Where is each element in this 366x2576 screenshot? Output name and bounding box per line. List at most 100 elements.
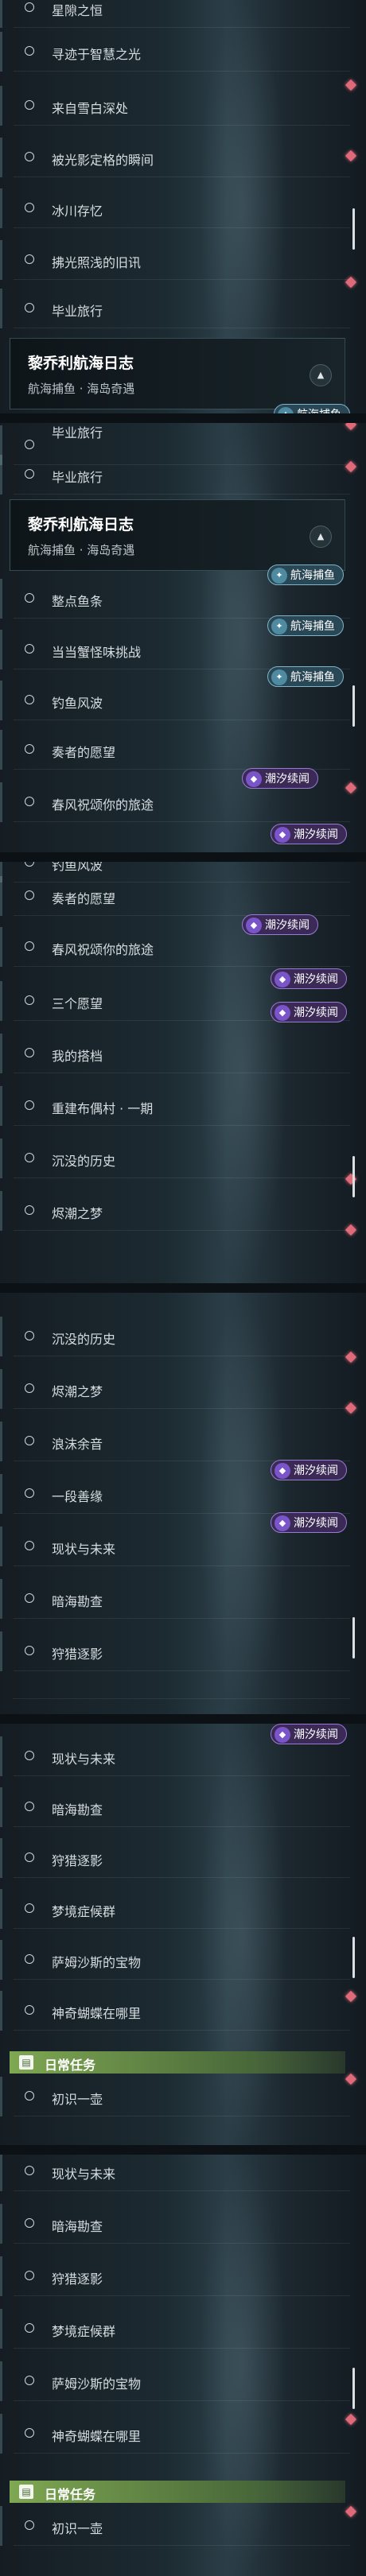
screenshot-gap [0, 852, 366, 862]
quest-status-icon [25, 1802, 34, 1811]
quest-status-icon [25, 1751, 34, 1760]
quest-label: 星隙之恒 [52, 3, 103, 18]
quest-status-icon [25, 2271, 34, 2280]
scrollbar[interactable] [352, 1156, 355, 1197]
quest-label: 被光影定格的瞬间 [52, 153, 154, 168]
screenshot-gap [0, 1714, 366, 1724]
scrollbar[interactable] [352, 1937, 355, 1978]
book-icon: ▤ [19, 2485, 33, 2499]
quest-item[interactable]: 狩猎逐影 [0, 1631, 350, 1671]
quest-item[interactable]: 烬潮之梦 [0, 1369, 357, 1414]
collapse-button[interactable]: ▲ [310, 526, 332, 548]
quest-item[interactable]: 暗海勘查 [0, 1787, 350, 1827]
quest-item[interactable]: 钓鱼风波 [0, 681, 350, 720]
quest-item[interactable]: 春风祝颂你的旅途 [0, 782, 357, 822]
quest-item[interactable]: 拂光照浅的旧讯 [0, 240, 357, 289]
quest-item[interactable]: 当当蟹怪味挑战 [0, 630, 350, 669]
quest-status-icon [25, 593, 34, 603]
chapter-header[interactable]: 黎乔利航海日志 航海捕鱼 · 海岛奇遇 ▲ [10, 338, 345, 409]
quest-item[interactable]: 浪沫余音 [0, 1422, 350, 1461]
quest-item[interactable]: 神奇蝴蝶在哪里 [0, 1990, 357, 2031]
quest-item[interactable]: 冰川存忆 [0, 188, 350, 228]
quest-item[interactable]: 春风祝颂你的旅途 [0, 927, 350, 967]
quest-item[interactable]: 暗海勘查 [0, 1579, 350, 1619]
new-marker-icon [345, 276, 357, 289]
quest-item[interactable]: 一段善缘 [0, 1474, 350, 1514]
collapse-button[interactable]: ▲ [310, 364, 332, 386]
quest-label: 整点鱼条 [52, 594, 103, 609]
new-marker-icon [345, 2413, 357, 2426]
quest-status-icon [25, 2166, 34, 2175]
daily-tasks-header[interactable]: ▤ 日常任务 [10, 2051, 345, 2074]
quest-status-icon [25, 46, 34, 56]
new-marker-icon [345, 2505, 357, 2518]
quest-item[interactable]: 萨姆沙斯的宝物 [0, 2361, 350, 2401]
quest-label: 毕业旅行 [52, 425, 103, 440]
fish-icon: ✦ [278, 407, 294, 413]
quest-item[interactable]: 狩猎逐影 [0, 2256, 350, 2296]
quest-label: 烬潮之梦 [52, 1206, 103, 1221]
quest-item[interactable]: 重建布偶村 · 一期 [0, 1086, 350, 1126]
new-marker-icon [345, 423, 357, 431]
quest-panel-4: 沉没的历史 烬潮之梦 浪沫余音 ◆ 潮汐续闻 一段善缘 ◆ 潮汐续闻 现状与未来 暗… [0, 1293, 366, 1714]
quest-item[interactable]: 星隙之恒 [0, 0, 350, 28]
quest-status-icon [25, 890, 34, 900]
quest-item[interactable]: 寻迹于智慧之光 [0, 32, 357, 91]
quest-label: 神奇蝴蝶在哪里 [52, 2429, 142, 2444]
quest-status-icon [25, 1205, 34, 1215]
quest-label: 现状与未来 [52, 1542, 116, 1557]
quest-item[interactable]: 毕业旅行 [0, 289, 350, 328]
quest-item[interactable]: 毕业旅行 [0, 455, 357, 495]
tide-icon: ◆ [274, 827, 290, 843]
quest-item[interactable]: 神奇蝴蝶在哪里 [0, 2413, 357, 2454]
quest-item[interactable]: 初识一壶 [0, 2073, 357, 2116]
quest-item[interactable]: 暗海勘查 [0, 2204, 350, 2244]
screenshot-gap [0, 413, 366, 423]
quest-label: 暗海勘查 [52, 2219, 103, 2234]
quest-item[interactable]: 现状与未来 [0, 1736, 350, 1776]
new-marker-icon [345, 1402, 357, 1414]
quest-item[interactable]: 奏者的愿望 [0, 730, 350, 770]
quest-item[interactable]: 来自雪白深处 [0, 86, 350, 126]
quest-label: 梦境症候群 [52, 2324, 116, 2339]
tag-label: 潮汐续闻 [294, 828, 338, 841]
quest-label: 来自雪白深处 [52, 101, 129, 116]
quest-item[interactable]: 梦境症候群 [0, 2309, 350, 2349]
chapter-title: 黎乔利航海日志 [28, 516, 134, 533]
quest-item[interactable]: 烬潮之梦 [0, 1191, 357, 1236]
tag-label: 潮汐续闻 [294, 1007, 338, 1019]
quest-label: 奏者的愿望 [52, 745, 116, 760]
quest-label: 毕业旅行 [52, 304, 103, 319]
quest-status-icon [25, 2376, 34, 2385]
quest-label: 我的搭档 [52, 1049, 103, 1064]
quest-panel-6: 现状与未来 暗海勘查 狩猎逐影 梦境症候群 萨姆沙斯的宝物 神奇蝴蝶在哪里 ▤ … [0, 2155, 366, 2576]
chapter-header[interactable]: 黎乔利航海日志 航海捕鱼 · 海岛奇遇 ▲ [10, 499, 345, 571]
scrollbar[interactable] [352, 208, 355, 250]
quest-item[interactable]: 沉没的历史 [0, 1139, 357, 1185]
quest-item[interactable]: 现状与未来 [0, 1527, 350, 1566]
quest-item[interactable]: 整点鱼条 [0, 579, 350, 619]
quest-status-icon [25, 2, 34, 12]
quest-item[interactable]: 梦境症候群 [0, 1889, 350, 1929]
scrollbar[interactable] [352, 1617, 355, 1658]
quest-item[interactable]: 被光影定格的瞬间 [0, 138, 357, 177]
quest-status-icon [25, 152, 34, 161]
quest-item[interactable]: 我的搭档 [0, 1034, 350, 1073]
quest-item[interactable]: 狩猎逐影 [0, 1838, 350, 1878]
quest-item[interactable]: 萨姆沙斯的宝物 [0, 1940, 350, 1980]
quest-status-icon [25, 1903, 34, 1913]
quest-item[interactable]: 现状与未来 [0, 2155, 350, 2191]
scrollbar[interactable] [352, 2368, 355, 2409]
quest-status-icon [25, 1488, 34, 1498]
quest-label: 春风祝颂你的旅途 [52, 942, 154, 957]
daily-tasks-header[interactable]: ▤ 日常任务 [10, 2481, 345, 2503]
quest-label: 初识一壶 [52, 2521, 103, 2536]
quest-item[interactable]: 奏者的愿望 [0, 876, 350, 916]
quest-status-icon [25, 1646, 34, 1655]
quest-item[interactable]: 沉没的历史 [0, 1317, 357, 1364]
scrollbar[interactable] [352, 685, 355, 727]
quest-status-icon [25, 1436, 34, 1445]
quest-status-icon [25, 941, 34, 951]
quest-label: 当当蟹怪味挑战 [52, 645, 142, 660]
quest-item[interactable]: 初识一壶 [0, 2505, 357, 2546]
